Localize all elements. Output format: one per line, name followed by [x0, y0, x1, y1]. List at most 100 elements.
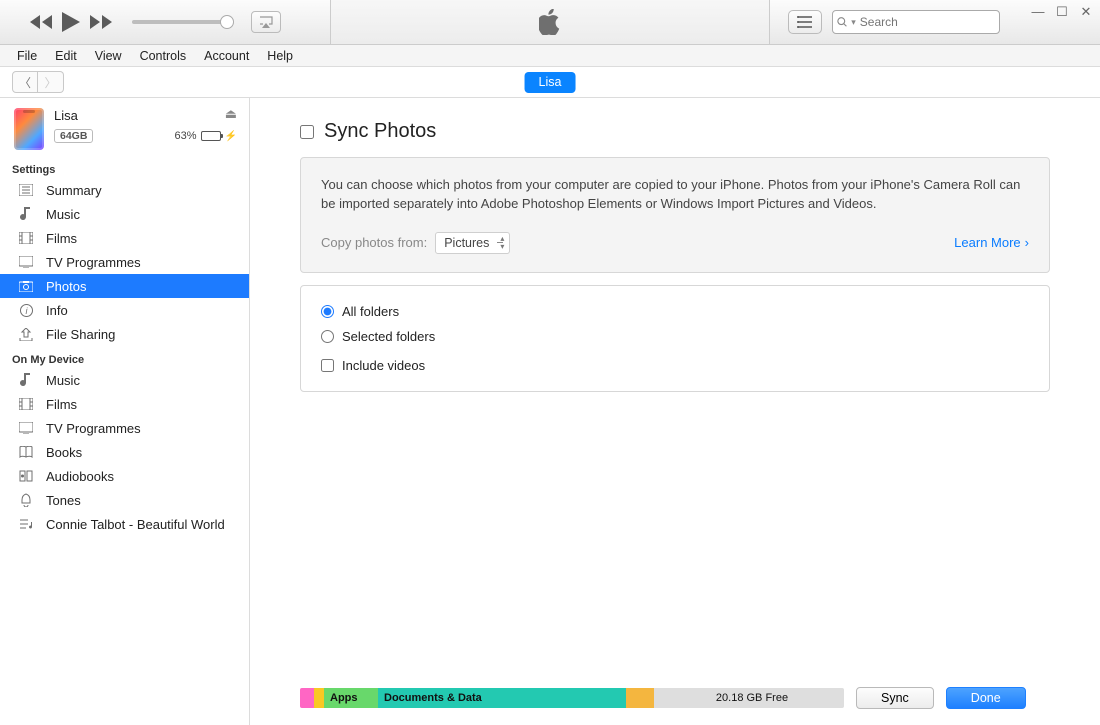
share-icon — [18, 328, 34, 341]
sidebar-item-label: Audiobooks — [46, 469, 114, 484]
sidebar: Lisa ⏏ 64GB 63% ⚡ Settings Summary — [0, 98, 250, 725]
sidebar-item-dev-music[interactable]: Music — [0, 368, 249, 392]
main-content: Sync Photos You can choose which photos … — [250, 98, 1100, 725]
menu-edit[interactable]: Edit — [46, 47, 86, 65]
sidebar-item-label: Photos — [46, 279, 86, 294]
sidebar-item-dev-films[interactable]: Films — [0, 392, 249, 416]
device-thumbnail-icon — [14, 108, 44, 150]
sidebar-item-summary[interactable]: Summary — [0, 178, 249, 202]
sidebar-item-dev-tones[interactable]: Tones — [0, 488, 249, 512]
music-icon — [18, 207, 34, 221]
search-dropdown-icon[interactable]: ▾ — [851, 17, 856, 28]
include-videos-checkbox[interactable] — [321, 359, 334, 372]
maximize-button[interactable]: ☐ — [1054, 4, 1070, 20]
page-title: Sync Photos — [324, 120, 436, 143]
eject-button[interactable]: ⏏ — [225, 106, 237, 122]
sidebar-item-label: TV Programmes — [46, 255, 141, 270]
sidebar-item-label: Films — [46, 231, 77, 246]
done-button[interactable]: Done — [946, 687, 1026, 709]
storage-seg-other — [626, 688, 654, 708]
sidebar-item-label: Summary — [46, 183, 102, 198]
audiobook-icon — [18, 470, 34, 482]
learn-more-label: Learn More — [954, 235, 1020, 250]
tv-icon — [18, 256, 34, 268]
sidebar-item-label: Films — [46, 397, 77, 412]
tv-icon — [18, 422, 34, 434]
menu-help[interactable]: Help — [258, 47, 302, 65]
sidebar-item-dev-books[interactable]: Books — [0, 440, 249, 464]
storage-seg-docs: Documents & Data — [378, 688, 626, 708]
option-all-folders[interactable]: All folders — [321, 304, 1029, 319]
sidebar-item-filesharing[interactable]: File Sharing — [0, 322, 249, 346]
search-input[interactable]: ▾ — [832, 10, 1000, 34]
charging-icon: ⚡ — [225, 131, 237, 142]
menu-controls[interactable]: Controls — [131, 47, 196, 65]
sidebar-item-label: Music — [46, 207, 80, 222]
prev-button[interactable] — [30, 15, 52, 29]
storage-seg-free: 20.18 GB Free — [654, 688, 844, 708]
apple-logo-icon — [539, 9, 561, 35]
airplay-button[interactable] — [251, 11, 281, 33]
sidebar-item-tv[interactable]: TV Programmes — [0, 250, 249, 274]
play-button[interactable] — [62, 12, 80, 32]
device-header: Lisa ⏏ 64GB 63% ⚡ — [0, 98, 249, 156]
photo-icon — [18, 281, 34, 292]
option-include-videos[interactable]: Include videos — [321, 358, 1029, 373]
copy-from-select[interactable]: Pictures ▴▾ — [435, 232, 510, 254]
nav-back-button[interactable]: 〈 — [12, 71, 38, 93]
menu-view[interactable]: View — [86, 47, 131, 65]
storage-bar: Apps Documents & Data 20.18 GB Free — [300, 688, 844, 708]
summary-icon — [18, 184, 34, 196]
tone-icon — [18, 493, 34, 507]
storage-seg-apps: Apps — [324, 688, 378, 708]
battery-percent: 63% — [175, 130, 197, 142]
menubar: File Edit View Controls Account Help — [0, 45, 1100, 67]
sync-description-panel: You can choose which photos from your co… — [300, 157, 1050, 273]
sidebar-item-info[interactable]: i Info — [0, 298, 249, 322]
sidebar-item-label: TV Programmes — [46, 421, 141, 436]
learn-more-link[interactable]: Learn More › — [954, 235, 1029, 250]
sidebar-item-films[interactable]: Films — [0, 226, 249, 250]
sidebar-item-dev-audiobooks[interactable]: Audiobooks — [0, 464, 249, 488]
sidebar-item-label: File Sharing — [46, 327, 115, 342]
footer: Apps Documents & Data 20.18 GB Free Sync… — [250, 675, 1100, 725]
sidebar-item-photos[interactable]: Photos — [0, 274, 249, 298]
nav-row: 〈 〉 Lisa — [0, 67, 1100, 98]
book-icon — [18, 446, 34, 458]
selected-folders-radio[interactable] — [321, 330, 334, 343]
sidebar-section-device: On My Device — [0, 346, 249, 368]
playlist-icon — [18, 518, 34, 530]
lcd-display — [330, 0, 770, 44]
sidebar-item-dev-tv[interactable]: TV Programmes — [0, 416, 249, 440]
nav-forward-button: 〉 — [38, 71, 64, 93]
sync-button[interactable]: Sync — [856, 687, 934, 709]
option-selected-folders[interactable]: Selected folders — [321, 329, 1029, 344]
all-folders-radio[interactable] — [321, 305, 334, 318]
sidebar-item-music[interactable]: Music — [0, 202, 249, 226]
copy-from-value: Pictures — [444, 236, 489, 250]
sidebar-item-dev-playlist[interactable]: Connie Talbot - Beautiful World — [0, 512, 249, 536]
menu-file[interactable]: File — [8, 47, 46, 65]
close-button[interactable]: ✕ — [1078, 4, 1094, 20]
sidebar-section-settings: Settings — [0, 156, 249, 178]
device-capacity: 64GB — [54, 129, 93, 143]
next-button[interactable] — [90, 15, 112, 29]
volume-slider[interactable] — [132, 20, 227, 24]
minimize-button[interactable]: — — [1030, 4, 1046, 20]
chevron-right-icon: › — [1025, 235, 1029, 250]
titlebar: ▾ — ☐ ✕ — [0, 0, 1100, 45]
search-icon — [837, 16, 847, 28]
sync-photos-checkbox[interactable] — [300, 125, 314, 139]
breadcrumb-device[interactable]: Lisa — [525, 72, 576, 93]
info-icon: i — [18, 304, 34, 317]
sidebar-item-label: Connie Talbot - Beautiful World — [46, 517, 225, 532]
option-label: Selected folders — [342, 329, 435, 344]
menu-account[interactable]: Account — [195, 47, 258, 65]
copy-from-label: Copy photos from: — [321, 235, 427, 250]
sync-description: You can choose which photos from your co… — [321, 176, 1029, 214]
film-icon — [18, 398, 34, 410]
option-label: All folders — [342, 304, 399, 319]
view-list-button[interactable] — [788, 10, 822, 34]
search-field[interactable] — [860, 15, 995, 29]
sidebar-item-label: Tones — [46, 493, 81, 508]
